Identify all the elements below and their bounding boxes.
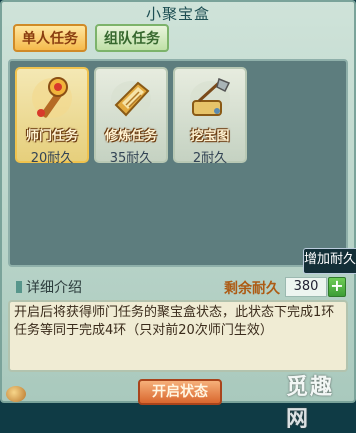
window-title: 小聚宝盒 — [145, 5, 210, 23]
detail-header: 详细介绍 — [16, 277, 82, 297]
treasure-box-window: 小聚宝盒 单人任务 组队任务 师门任务 20耐久 修炼任务 35耐久 挖宝图 2… — [0, 0, 356, 432]
tab-team-task[interactable]: 组队任务 — [95, 24, 169, 52]
open-status-button[interactable]: 开启状态 — [138, 379, 222, 405]
add-durability-tab[interactable]: 增加耐久 — [303, 248, 356, 274]
detail-label: 详细介绍 — [26, 280, 82, 296]
add-durability-button[interactable]: + — [328, 277, 346, 297]
watermark-text: 觅趣网 — [286, 375, 335, 432]
item-card-master-task[interactable]: 师门任务 20耐久 — [15, 67, 89, 166]
item-durability: 20耐久 — [30, 151, 74, 166]
item-card-treasure-map[interactable]: 挖宝图 2耐久 — [173, 67, 247, 166]
item-durability: 2耐久 — [192, 151, 228, 166]
title-bar: 小聚宝盒 — [2, 2, 354, 23]
tab-solo-task[interactable]: 单人任务 — [13, 24, 87, 52]
description-box: 开启后将获得师门任务的聚宝盒状态，此状态下完成1环任务等同于完成4环（只对前20… — [8, 300, 348, 372]
remaining-durability-label: 剩余耐久 — [224, 281, 280, 297]
book-icon — [111, 81, 151, 117]
item-name: 修炼任务 — [104, 129, 157, 144]
shovel-icon — [190, 77, 231, 117]
remaining-durability-value: 380 — [285, 277, 327, 297]
item-name: 挖宝图 — [190, 129, 230, 144]
item-durability: 35耐久 — [109, 151, 153, 166]
item-card-training-task[interactable]: 修炼任务 35耐久 — [94, 67, 168, 166]
decorative-gem-icon — [6, 386, 26, 402]
items-panel: 师门任务 20耐久 修炼任务 35耐久 挖宝图 2耐久 — [8, 59, 348, 267]
header-marker-icon — [16, 281, 22, 293]
golden-scepter-icon — [32, 77, 72, 118]
item-name: 师门任务 — [25, 129, 78, 144]
